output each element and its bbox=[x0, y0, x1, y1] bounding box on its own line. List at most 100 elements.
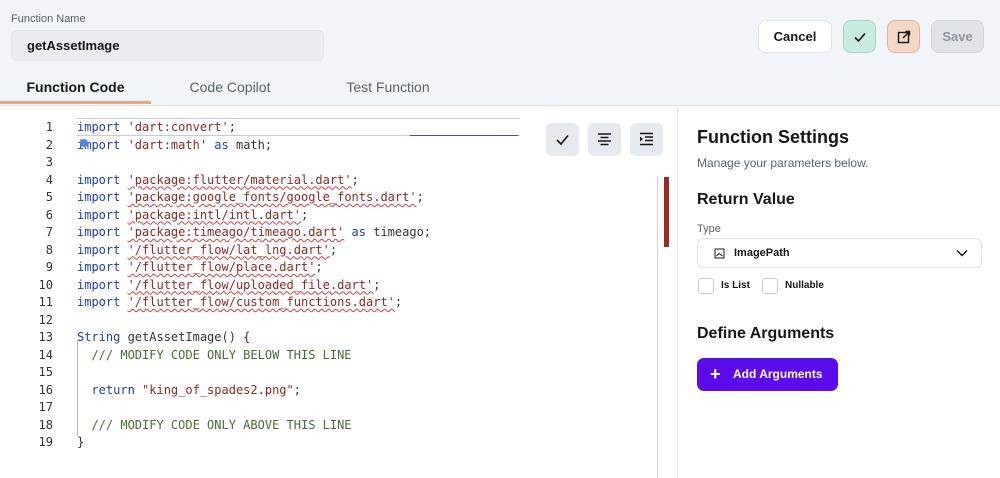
line-number: 4 bbox=[45, 172, 53, 187]
format-check-button[interactable] bbox=[546, 123, 579, 156]
code-token: ; bbox=[373, 277, 381, 292]
add-arguments-label: Add Arguments bbox=[733, 367, 823, 381]
define-arguments-heading: Define Arguments bbox=[697, 325, 835, 342]
line-number: 11 bbox=[38, 295, 53, 309]
line-number: 2 bbox=[45, 137, 53, 152]
compile-check-button[interactable] bbox=[843, 20, 876, 53]
line-number: 6 bbox=[45, 207, 53, 222]
settings-title: Function Settings bbox=[697, 127, 849, 147]
code-line[interactable]: 13 String getAssetImage() { bbox=[0, 329, 660, 346]
is-list-checkbox[interactable] bbox=[698, 278, 714, 294]
code-line[interactable]: 5 import 'package:google_fonts/google_fon… bbox=[0, 189, 660, 206]
line-number: 19 bbox=[38, 435, 53, 449]
code-token: as bbox=[207, 137, 236, 152]
return-type-select[interactable]: ImagePath bbox=[697, 238, 982, 268]
code-line[interactable]: 10 import '/flutter_flow/uploaded_file.da… bbox=[0, 277, 660, 294]
code-token: /// MODIFY CODE ONLY ABOVE THIS LINE bbox=[77, 417, 352, 432]
line-number: 3 bbox=[45, 155, 53, 169]
line-number: 12 bbox=[38, 312, 53, 327]
tab-test-function[interactable]: Test Function bbox=[318, 68, 458, 106]
code-token: ; bbox=[300, 207, 309, 222]
tab-code-copilot[interactable]: Code Copilot bbox=[160, 68, 300, 106]
add-arguments-button[interactable]: + Add Arguments bbox=[697, 358, 838, 391]
line-code: import '/flutter_flow/place.dart'; bbox=[77, 259, 323, 276]
code-line[interactable]: 19} bbox=[0, 434, 660, 451]
code-token: /// MODIFY CODE ONLY BELOW THIS LINE bbox=[77, 347, 352, 362]
cancel-button[interactable]: Cancel bbox=[758, 20, 832, 53]
line-code: String getAssetImage() { bbox=[77, 329, 250, 346]
nullable-checkbox[interactable] bbox=[762, 278, 778, 294]
code-token: 'package:intl/intl.dart' bbox=[127, 207, 301, 222]
code-line[interactable]: 17 bbox=[0, 399, 660, 416]
save-button[interactable]: Save bbox=[931, 20, 984, 53]
line-code: } bbox=[77, 434, 84, 451]
function-name-input[interactable]: getAssetImage bbox=[11, 30, 324, 61]
line-code: import '/flutter_flow/uploaded_file.dart… bbox=[77, 277, 380, 294]
line-code: import '/flutter_flow/custom_functions.d… bbox=[77, 294, 402, 311]
plus-icon: + bbox=[710, 364, 721, 384]
code-token: import bbox=[77, 225, 128, 239]
line-code: import 'dart:convert'; bbox=[77, 119, 236, 136]
code-token: '/flutter_flow/lat_lng.dart' bbox=[127, 242, 330, 257]
indent-button[interactable] bbox=[630, 123, 663, 156]
lightbulb-icon[interactable] bbox=[80, 139, 88, 147]
line-code: import 'package:timeago/timeago.dart' as… bbox=[77, 224, 431, 241]
line-number: 18 bbox=[38, 417, 53, 432]
code-token: ; bbox=[416, 190, 424, 204]
line-code: import 'package:google_fonts/google_font… bbox=[77, 189, 424, 206]
code-line[interactable]: 6 import 'package:intl/intl.dart'; bbox=[0, 207, 660, 224]
code-token: math; bbox=[235, 137, 273, 152]
line-number: 7 bbox=[45, 225, 53, 239]
code-line[interactable]: 18 /// MODIFY CODE ONLY ABOVE THIS LINE bbox=[0, 417, 660, 434]
function-name-label: Function Name bbox=[11, 13, 86, 25]
line-code: import 'dart:math' as math; bbox=[77, 137, 272, 154]
code-token: } bbox=[77, 435, 85, 449]
code-token: '/flutter_flow/place.dart' bbox=[127, 260, 316, 274]
code-token: import bbox=[77, 120, 128, 134]
error-marker bbox=[664, 177, 669, 247]
code-line[interactable]: 4 import 'package:flutter/material.dart'; bbox=[0, 172, 660, 189]
code-token: import bbox=[77, 207, 128, 222]
line-number: 9 bbox=[45, 260, 53, 274]
code-token: ; bbox=[351, 172, 359, 187]
code-token: getAssetImage() { bbox=[127, 330, 251, 344]
code-token: String bbox=[77, 330, 128, 344]
code-line[interactable]: 14 /// MODIFY CODE ONLY BELOW THIS LINE bbox=[0, 347, 660, 364]
line-code: import '/flutter_flow/lat_lng.dart'; bbox=[77, 242, 337, 259]
line-number: 15 bbox=[38, 365, 53, 379]
code-token: return bbox=[77, 382, 143, 397]
open-external-button[interactable] bbox=[887, 20, 920, 53]
code-token: "king_of_spades2.png" bbox=[142, 382, 294, 397]
code-token: ; bbox=[293, 382, 301, 397]
code-line[interactable]: 8 import '/flutter_flow/lat_lng.dart'; bbox=[0, 242, 660, 259]
return-value-heading: Return Value bbox=[697, 191, 795, 208]
code-line[interactable]: 11 import '/flutter_flow/custom_functions… bbox=[0, 294, 660, 311]
code-token: ; bbox=[394, 295, 403, 309]
code-line[interactable]: 15 bbox=[0, 364, 660, 381]
type-label: Type bbox=[697, 223, 721, 235]
code-line[interactable]: 12 bbox=[0, 312, 660, 329]
open-external-icon bbox=[897, 30, 911, 44]
code-token: import bbox=[77, 260, 128, 274]
line-number: 16 bbox=[38, 382, 53, 397]
code-line[interactable]: 3 bbox=[0, 154, 660, 171]
indent-guide bbox=[77, 340, 78, 436]
code-editor[interactable]: 1 import 'dart:convert'; 2 import 'dart:mat… bbox=[0, 107, 678, 478]
line-number: 13 bbox=[38, 330, 53, 344]
code-line[interactable]: 7 import 'package:timeago/timeago.dart' a… bbox=[0, 224, 660, 241]
code-line[interactable]: 16 return "king_of_spades2.png"; bbox=[0, 382, 660, 399]
function-settings-panel: Function Settings Manage your parameters… bbox=[679, 107, 1000, 478]
code-line[interactable]: 9 import '/flutter_flow/place.dart'; bbox=[0, 259, 660, 276]
line-number: 17 bbox=[38, 400, 53, 414]
code-token: import bbox=[77, 295, 128, 309]
line-number: 5 bbox=[45, 190, 53, 204]
format-code-button[interactable] bbox=[588, 123, 621, 156]
code-token: 'package:google_fonts/google_fonts.dart' bbox=[127, 190, 417, 204]
code-token: import bbox=[77, 242, 128, 257]
code-token: as bbox=[344, 225, 374, 239]
align-center-icon bbox=[598, 133, 611, 146]
line-code: import 'package:flutter/material.dart'; bbox=[77, 172, 359, 189]
line-code: /// MODIFY CODE ONLY BELOW THIS LINE bbox=[77, 347, 352, 364]
code-token: 'dart:math' bbox=[127, 137, 208, 152]
code-token: ; bbox=[228, 120, 236, 134]
